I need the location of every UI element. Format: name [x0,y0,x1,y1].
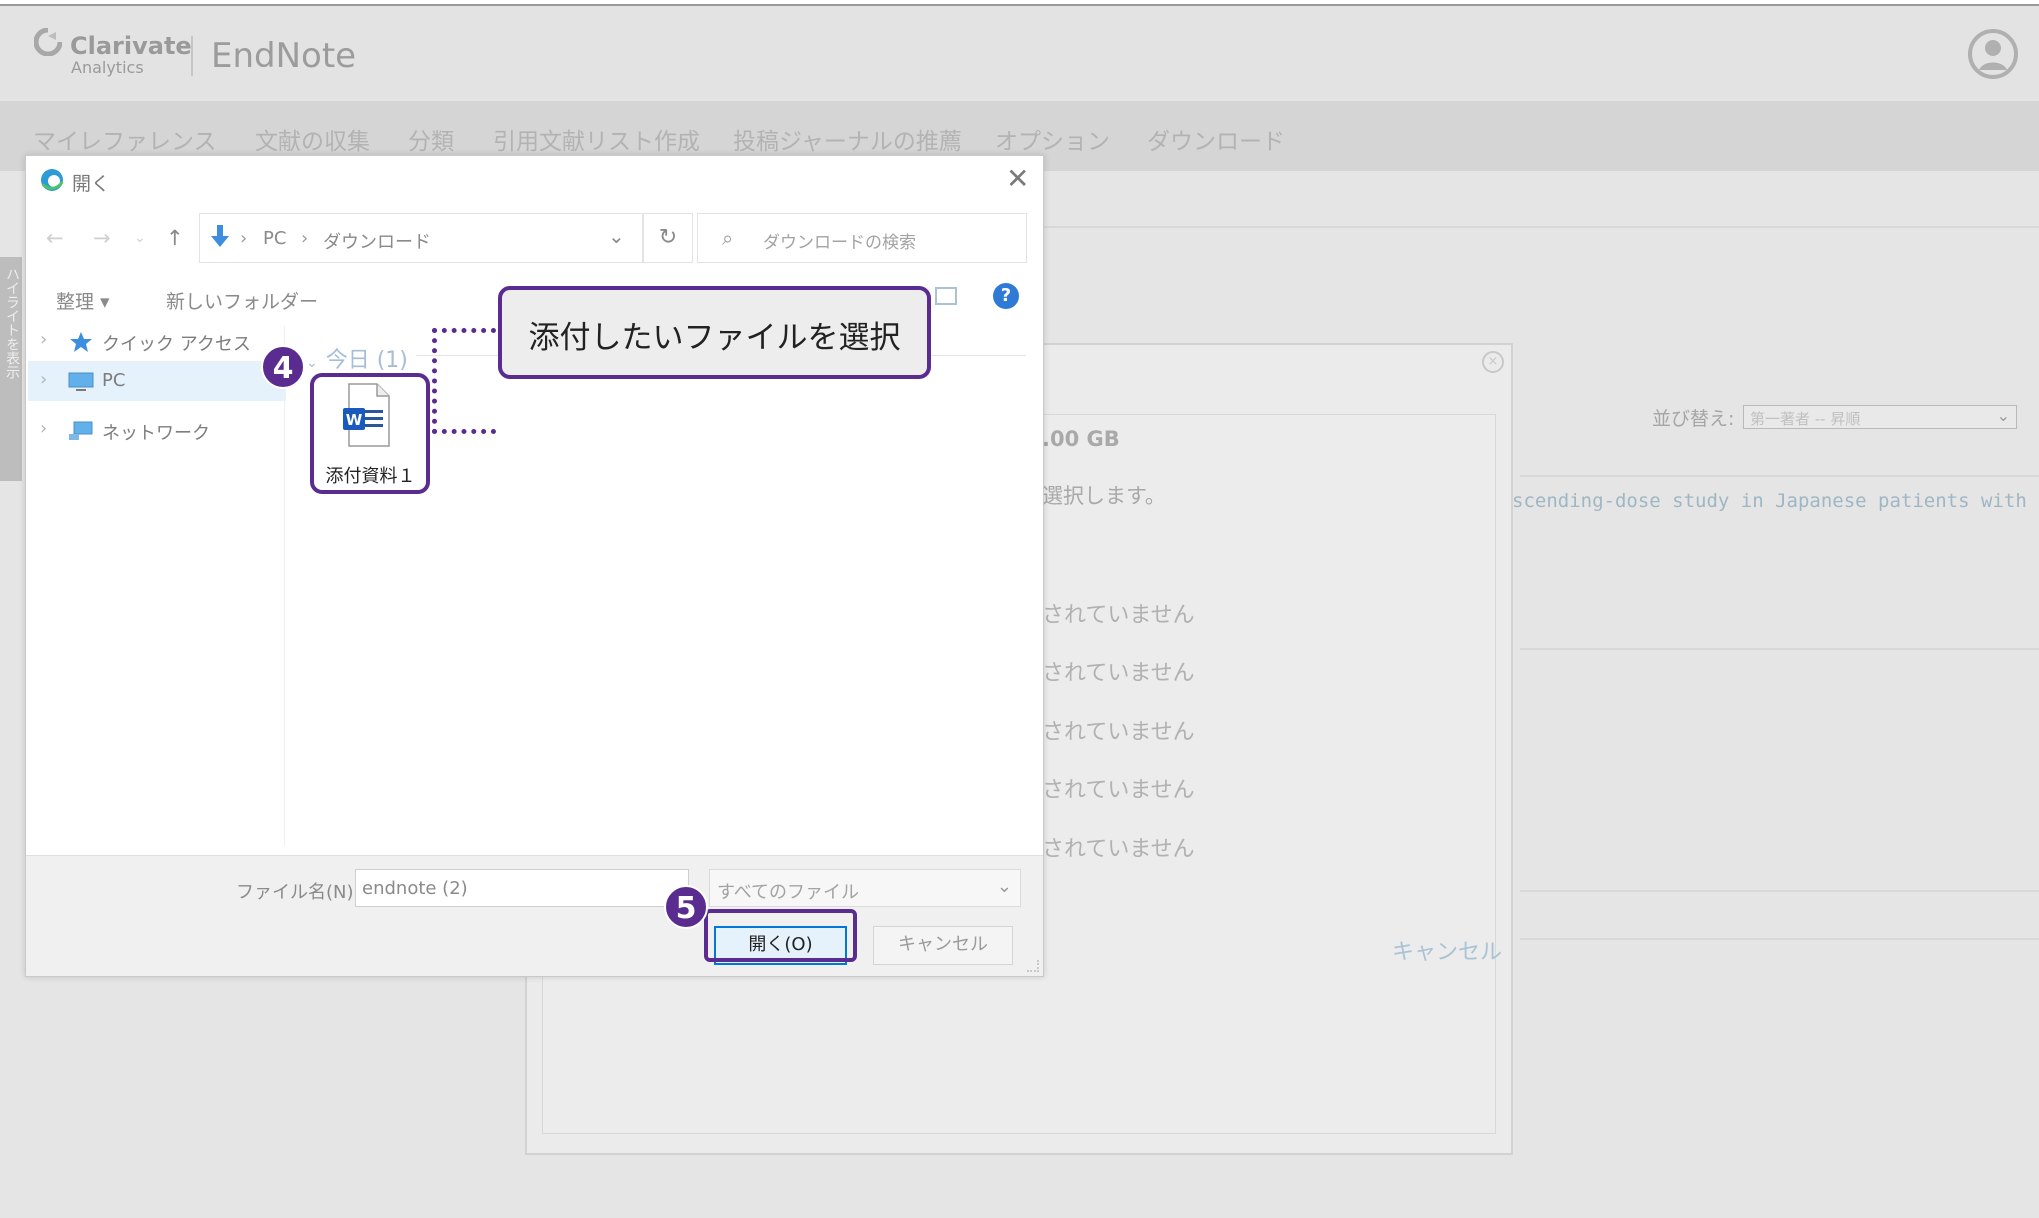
chevron-down-icon: ⌄ [306,355,318,371]
preview-pane-icon[interactable] [935,287,957,305]
open-button-highlight [704,909,857,962]
divider [1520,648,2039,650]
up-arrow-icon[interactable]: ↑ [166,226,184,250]
organize-button[interactable]: 整理 ▾ [56,287,110,314]
callout-box: 添付したいファイルを選択 [498,286,931,379]
file-highlight [310,373,430,494]
chevron-right-icon[interactable]: › [40,329,47,350]
close-icon[interactable]: × [1482,351,1504,373]
search-input[interactable]: ⌕ ダウンロードの検索 [697,213,1027,263]
address-bar[interactable]: › PC › ダウンロード ⌄ [199,213,643,263]
tree-item-pc[interactable]: › PC [28,361,286,401]
user-account-icon[interactable] [1967,28,2019,80]
brand-subtitle: Analytics [71,58,144,77]
group-label: 今日 (1) [325,348,408,373]
downloads-arrow-icon [211,225,229,247]
attachment-status: されていません [1042,661,1195,686]
help-icon[interactable]: ? [993,283,1019,309]
nav-downloads[interactable]: ダウンロード [1147,122,1285,156]
chevron-right-icon[interactable]: › [40,418,47,439]
tree-item-network[interactable]: › ネットワーク [28,410,286,450]
search-placeholder: ダウンロードの検索 [763,233,916,253]
brand-divider [191,36,193,76]
nav-match[interactable]: 投稿ジャーナルの推薦 [733,122,962,156]
nav-options[interactable]: オプション [995,122,1110,156]
cancel-link[interactable]: キャンセル [1392,934,1502,966]
forward-arrow-icon[interactable]: → [93,226,111,250]
computer-icon [68,372,94,391]
sort-label: 並び替え: [1652,408,1735,430]
back-arrow-icon[interactable]: ← [46,226,64,250]
side-tab[interactable]: ハイライトを表示 [0,257,22,481]
clarivate-logo-icon [34,28,62,56]
divider [1040,226,2039,228]
app-title: EndNote [211,36,357,76]
breadcrumb-separator: › [240,228,248,249]
divider [1520,938,2039,940]
brand-name: Clarivate [70,32,192,60]
filetype-select[interactable]: すべてのファイル ⌄ [709,869,1021,907]
filename-label: ファイル名(N): [236,882,360,903]
chevron-right-icon[interactable]: › [40,369,47,390]
tree-item-quick-access[interactable]: › クイック アクセス [28,321,286,361]
reference-title-snippet[interactable]: scending-dose study in Japanese patients… [1512,490,2027,512]
network-icon [69,421,93,440]
divider [1520,890,2039,892]
attachment-status: されていません [1042,778,1195,803]
attachment-status: されていません [1042,837,1195,862]
sort-select[interactable]: 第一著者 -- 昇順 ⌄ [1743,405,2017,429]
attachment-status: されていません [1042,720,1195,745]
storage-quota: .00 GB [1042,427,1120,451]
divider [1520,475,2039,477]
tree-label: ネットワーク [102,423,210,444]
breadcrumb-separator: › [301,228,309,249]
chevron-down-icon[interactable]: ⌄ [608,224,625,248]
dialog-title: 開く [72,173,111,195]
recent-chevron-icon[interactable]: ⌄ [134,230,146,246]
nav-my-references[interactable]: マイレファレンス [33,122,217,156]
resize-grip-icon[interactable] [1027,960,1039,972]
side-tab-label: ハイライトを表示 [4,267,20,379]
close-icon[interactable]: ✕ [1006,162,1029,195]
edge-browser-icon [41,169,64,191]
tree-label: PC [102,370,126,391]
step-badge-5: 5 [664,885,708,929]
app-header: Clarivate Analytics EndNote [0,6,2039,101]
breadcrumb-downloads[interactable]: ダウンロード [323,228,431,254]
chevron-down-icon: ⌄ [996,876,1012,897]
attachment-status: されていません [1042,603,1195,628]
filename-input[interactable] [355,869,689,907]
chevron-down-icon: ⌄ [1996,406,2010,425]
pane-divider[interactable] [284,326,285,846]
dialog-footer: ファイル名(N): すべてのファイル ⌄ 開く(O) キャンセル [26,855,1043,976]
tree-label: クイック アクセス [102,334,251,355]
attach-instruction: 選択します。 [1042,484,1166,508]
breadcrumb-pc[interactable]: PC [263,228,286,249]
sort-select-value: 第一著者 -- 昇順 [1750,410,1861,428]
nav-organize[interactable]: 分類 [408,122,454,156]
cancel-button[interactable]: キャンセル [873,926,1013,965]
new-folder-button[interactable]: 新しいフォルダー [166,287,318,314]
search-icon: ⌕ [722,226,734,250]
open-file-dialog: 開く ✕ ← → ⌄ ↑ › PC › ダウンロード ⌄ ↻ ⌕ ダウンロードの… [25,155,1044,977]
callout-connector [432,328,496,434]
nav-collect[interactable]: 文献の収集 [255,122,370,156]
nav-format[interactable]: 引用文献リスト作成 [493,122,700,156]
navigation-pane: › クイック アクセス › PC › ネットワーク [28,321,287,861]
star-icon [70,332,92,352]
refresh-icon[interactable]: ↻ [643,213,693,263]
file-group-header[interactable]: ⌄ 今日 (1) [306,342,408,374]
callout-text: 添付したいファイルを選択 [528,320,901,356]
filetype-value: すべてのファイル [717,882,860,903]
step-badge-4: 4 [261,345,305,389]
